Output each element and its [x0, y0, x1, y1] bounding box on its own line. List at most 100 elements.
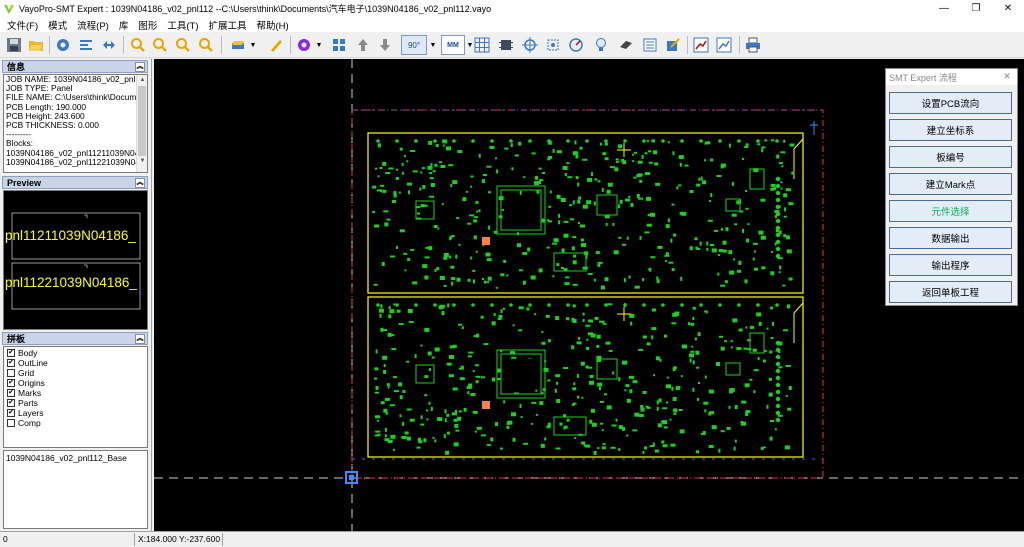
layer-checkbox[interactable] [7, 369, 15, 377]
layer-item-outline[interactable]: ✔ OutLine [7, 358, 48, 368]
layer-checkbox[interactable] [7, 419, 15, 427]
pencil-icon[interactable] [266, 35, 286, 55]
set-pcb-direction-button[interactable]: 设置PCB流向 [889, 92, 1012, 114]
flow-title: SMT Expert 流程 [886, 69, 1017, 85]
zoom-fit-icon[interactable] [196, 35, 216, 55]
layer-label: OutLine [18, 358, 48, 368]
output-program-button[interactable]: 输出程序 [889, 254, 1012, 276]
origin-icon[interactable] [543, 35, 563, 55]
layer-checkbox[interactable]: ✔ [7, 379, 15, 387]
layer-label: Body [18, 348, 38, 358]
base-project-box[interactable]: 1039N04186_v02_pnl112_Base [3, 450, 148, 529]
align-icon[interactable] [76, 35, 96, 55]
zoom-in-icon[interactable] [128, 35, 148, 55]
layer-label: Comp [18, 418, 41, 428]
preview-panel-header: Preview ︽ [2, 176, 148, 189]
grid-icon[interactable] [472, 35, 492, 55]
info-panel-header: 信息 ︽ [2, 60, 148, 73]
flow-close-icon[interactable]: ✕ [1001, 71, 1013, 83]
menu-library[interactable]: 库 [114, 18, 134, 32]
menu-mode[interactable]: 模式 [43, 18, 72, 32]
layer-item-comp[interactable]: Comp [7, 418, 41, 428]
info-scrollbar[interactable]: ▲ ▼ [136, 75, 147, 172]
layers-panel-title: 拼板 [7, 334, 26, 344]
layer-item-marks[interactable]: ✔ Marks [7, 388, 41, 398]
settings-gear-icon[interactable] [53, 35, 73, 55]
build-mark-button[interactable]: 建立Mark点 [889, 173, 1012, 195]
menu-help[interactable]: 帮助(H) [252, 18, 294, 32]
layers-panel-header: 拼板 ︽ [2, 332, 148, 345]
layers-list: ✔ Body ✔ OutLine Grid ✔ Origins ✔ Marks ✔ Par… [3, 346, 148, 448]
maximize-button[interactable]: ❐ [960, 0, 992, 17]
layer-checkbox[interactable]: ✔ [7, 399, 15, 407]
left-panel: 信息 ︽ JOB NAME: 1039N04186_v02_pnl1 JOB T… [0, 59, 152, 531]
select-icon[interactable] [329, 35, 349, 55]
scroll-thumb[interactable] [138, 86, 146, 156]
preview-block-label: pnl11221039N04186_ [5, 275, 137, 290]
minimize-button[interactable]: — [928, 0, 960, 17]
board-number-button[interactable]: 板编号 [889, 146, 1012, 168]
layer-item-body[interactable]: ✔ Body [7, 348, 37, 358]
close-button[interactable]: ✕ [992, 0, 1024, 17]
unit-select[interactable]: MM [441, 35, 465, 55]
info-panel-title: 信息 [7, 62, 26, 72]
arrow-down-icon[interactable] [375, 35, 395, 55]
layer-checkbox[interactable]: ✔ [7, 389, 15, 397]
print-icon[interactable] [743, 35, 763, 55]
arrow-up-icon[interactable] [353, 35, 373, 55]
component-dropdown-icon[interactable]: ▼ [314, 35, 324, 55]
chart-edit-icon[interactable] [714, 35, 734, 55]
rotate-dropdown-icon[interactable]: ▼ [428, 35, 438, 55]
transform-icon[interactable] [99, 35, 119, 55]
nozzle-icon[interactable] [616, 35, 636, 55]
light-bulb-icon[interactable] [591, 35, 611, 55]
layer-item-layers[interactable]: ✔ Layers [7, 408, 44, 418]
layer-label: Parts [18, 398, 38, 408]
menu-graphics[interactable]: 图形 [133, 18, 162, 32]
layer-item-parts[interactable]: ✔ Parts [7, 398, 38, 408]
collapse-icon[interactable]: ︽ [135, 334, 145, 344]
target-icon[interactable] [520, 35, 540, 55]
menu-tools[interactable]: 工具(T) [162, 18, 203, 32]
layer-checkbox[interactable]: ✔ [7, 349, 15, 357]
layer-dropdown-icon[interactable]: ▼ [248, 35, 258, 55]
menu-extend-tools[interactable]: 扩展工具 [204, 18, 252, 32]
info-line: 1039N04186_v02_pnl11221039N04 [6, 156, 136, 167]
preview-canvas[interactable]: pnl11211039N04186_ pnl11221039N04186_ [3, 190, 148, 330]
zoom-window-icon[interactable] [173, 35, 193, 55]
data-output-button[interactable]: 数据输出 [889, 227, 1012, 249]
measure-icon[interactable] [566, 35, 586, 55]
rotate-angle-select[interactable]: 90° [401, 35, 427, 55]
list-icon[interactable] [640, 35, 660, 55]
window-title: VayoPro-SMT Expert : 1039N04186_v02_pnl1… [19, 4, 492, 14]
layer-label: Grid [18, 368, 35, 378]
layer-checkbox[interactable]: ✔ [7, 409, 15, 417]
menu-file[interactable]: 文件(F) [2, 18, 43, 32]
scroll-down-icon[interactable]: ▼ [137, 156, 147, 167]
layer-checkbox[interactable]: ✔ [7, 359, 15, 367]
layer-label: Layers [18, 408, 44, 418]
return-board-project-button[interactable]: 返回单板工程 [889, 281, 1012, 303]
component-icon[interactable] [294, 35, 314, 55]
build-coordinate-button[interactable]: 建立坐标系 [889, 119, 1012, 141]
chart-icon[interactable] [691, 35, 711, 55]
component-select-button[interactable]: 元件选择 [889, 200, 1012, 222]
zoom-out-icon[interactable] [150, 35, 170, 55]
layer-label: Marks [18, 388, 42, 398]
layer-select-icon[interactable] [228, 35, 248, 55]
collapse-icon[interactable]: ︽ [135, 62, 145, 72]
base-project-name: 1039N04186_v02_pnl112_Base [6, 453, 127, 463]
open-folder-icon[interactable] [26, 35, 46, 55]
preview-drawing [11, 212, 141, 310]
smt-flow-window: SMT Expert 流程 ✕ 设置PCB流向 建立坐标系 板编号 建立Mark… [885, 68, 1018, 306]
scroll-up-icon[interactable]: ▲ [137, 75, 147, 86]
collapse-icon[interactable]: ︽ [135, 178, 145, 188]
info-text-box[interactable]: JOB NAME: 1039N04186_v02_pnl1 JOB TYPE: … [3, 74, 148, 173]
save-icon[interactable] [4, 35, 24, 55]
edit-icon[interactable] [663, 35, 683, 55]
layer-item-origins[interactable]: ✔ Origins [7, 378, 45, 388]
chip-icon[interactable] [496, 35, 516, 55]
app-logo-icon [4, 4, 14, 14]
menu-process[interactable]: 流程(P) [72, 18, 114, 32]
layer-item-grid[interactable]: Grid [7, 368, 34, 378]
